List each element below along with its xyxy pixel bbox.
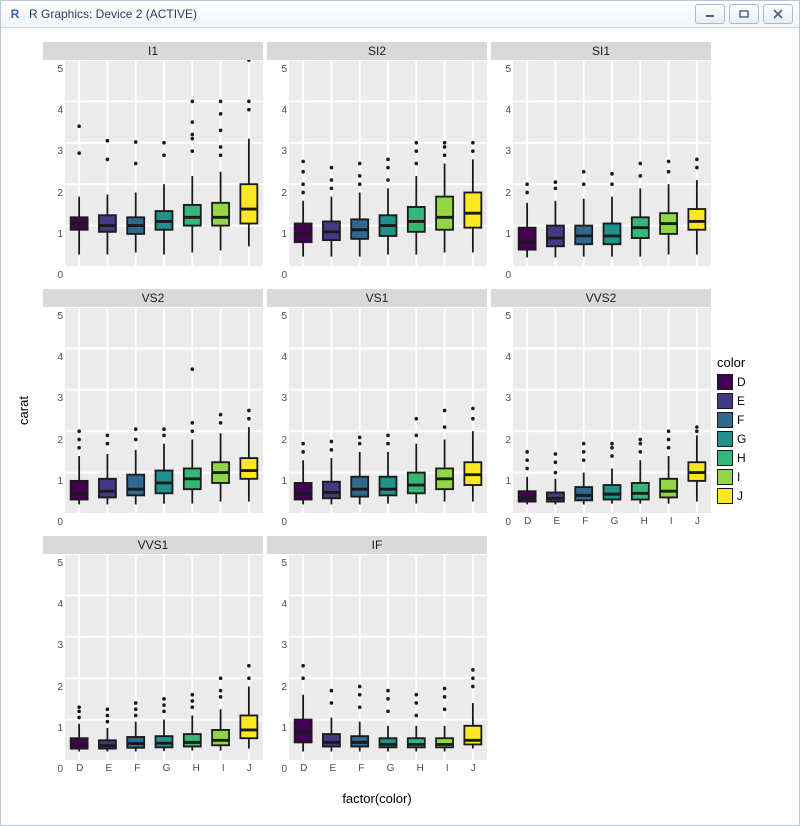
facet-header: VS1 [267, 289, 487, 307]
chart-panel [289, 60, 487, 267]
legend-label: D [737, 375, 746, 389]
legend-label: I [737, 470, 740, 484]
facet-header: SI1 [491, 42, 711, 60]
chart-panel [65, 554, 263, 761]
facet-VS1: VS1012345DEFGHIJ [267, 289, 487, 532]
close-button[interactable] [763, 4, 793, 24]
facet-header: I1 [43, 42, 263, 60]
legend-swatch-icon [717, 374, 733, 390]
y-ticks: 012345 [267, 307, 289, 532]
legend-label: F [737, 413, 744, 427]
x-ticks: DEFGHIJ [513, 514, 711, 532]
legend-title: color [717, 355, 746, 370]
y-ticks: 012345 [267, 60, 289, 285]
chart-panel [289, 554, 487, 761]
y-axis-label: carat [7, 42, 39, 779]
chart-panel [289, 307, 487, 514]
legend-swatch-icon [717, 488, 733, 504]
legend-swatch-icon [717, 469, 733, 485]
restore-button[interactable] [729, 4, 759, 24]
legend-swatch-icon [717, 412, 733, 428]
legend-label: G [737, 432, 746, 446]
plot-area: carat I1012345DEFGHIJSI2012345DEFGHIJSI1… [7, 42, 711, 817]
facet-VS2: VS2012345DEFGHIJ [43, 289, 263, 532]
chart-panel [513, 60, 711, 267]
y-ticks: 012345 [267, 554, 289, 779]
legend-item-G: G [717, 431, 746, 447]
facet-VVS1: VVS1012345DEFGHIJ [43, 536, 263, 779]
window-title: R Graphics: Device 2 (ACTIVE) [29, 7, 695, 21]
legend-label: E [737, 394, 745, 408]
minimize-button[interactable] [695, 4, 725, 24]
chart-panel [65, 307, 263, 514]
legend-item-F: F [717, 412, 746, 428]
legend-item-H: H [717, 450, 746, 466]
app-window: R R Graphics: Device 2 (ACTIVE) carat I1… [0, 0, 800, 826]
facet-header: VVS2 [491, 289, 711, 307]
legend: color DEFGHIJ [711, 42, 793, 817]
facet-header: SI2 [267, 42, 487, 60]
facet-header: VVS1 [43, 536, 263, 554]
facet-VVS2: VVS2012345DEFGHIJ [491, 289, 711, 532]
x-ticks: DEFGHIJ [65, 761, 263, 779]
facet-SI1: SI1012345DEFGHIJ [491, 42, 711, 285]
chart-panel [513, 307, 711, 514]
legend-label: J [737, 489, 743, 503]
legend-label: H [737, 451, 746, 465]
y-ticks: 012345 [43, 307, 65, 532]
facet-header: VS2 [43, 289, 263, 307]
legend-swatch-icon [717, 431, 733, 447]
y-ticks: 012345 [491, 60, 513, 285]
facet-IF: IF012345DEFGHIJ [267, 536, 487, 779]
r-app-icon: R [7, 6, 23, 22]
facet-SI2: SI2012345DEFGHIJ [267, 42, 487, 285]
x-ticks: DEFGHIJ [289, 761, 487, 779]
facet-I1: I1012345DEFGHIJ [43, 42, 263, 285]
plot-content: carat I1012345DEFGHIJSI2012345DEFGHIJSI1… [1, 28, 799, 825]
titlebar[interactable]: R R Graphics: Device 2 (ACTIVE) [1, 1, 799, 28]
chart-panel [65, 60, 263, 267]
legend-swatch-icon [717, 393, 733, 409]
legend-swatch-icon [717, 450, 733, 466]
legend-item-D: D [717, 374, 746, 390]
y-ticks: 012345 [43, 554, 65, 779]
facet-header: IF [267, 536, 487, 554]
legend-item-E: E [717, 393, 746, 409]
x-axis-label: factor(color) [43, 783, 711, 817]
empty-facet [491, 536, 711, 779]
y-ticks: 012345 [491, 307, 513, 532]
y-ticks: 012345 [43, 60, 65, 285]
legend-item-J: J [717, 488, 746, 504]
legend-item-I: I [717, 469, 746, 485]
